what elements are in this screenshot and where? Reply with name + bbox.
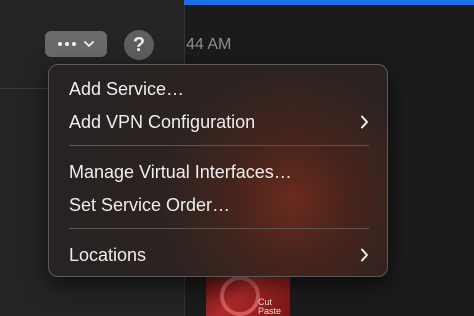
chevron-right-icon xyxy=(360,248,369,262)
menu-item-set-service-order[interactable]: Set Service Order… xyxy=(59,192,377,218)
menu-item-locations[interactable]: Locations xyxy=(59,242,377,268)
chevron-right-icon xyxy=(360,115,369,129)
thumbnail-label-line: Paste xyxy=(258,306,282,316)
menu-item-label: Add VPN Configuration xyxy=(69,111,256,132)
help-button[interactable]: ? xyxy=(124,30,154,60)
menu-item-label: Add Service… xyxy=(69,78,185,99)
menu-item-add-vpn-configuration[interactable]: Add VPN Configuration xyxy=(59,109,377,135)
menu-separator xyxy=(69,228,369,229)
menu-item-manage-virtual-interfaces[interactable]: Manage Virtual Interfaces… xyxy=(59,159,377,185)
chevron-down-icon xyxy=(84,40,94,48)
selected-row-highlight xyxy=(184,0,474,5)
thumbnail-graphic xyxy=(220,276,260,316)
menu-item-label: Locations xyxy=(69,244,147,265)
menu-item-add-service[interactable]: Add Service… xyxy=(59,76,377,102)
timestamp-text: 44 AM xyxy=(186,36,232,53)
actions-context-menu: Add Service… Add VPN Configuration Manag… xyxy=(48,64,388,277)
ellipsis-icon xyxy=(58,42,76,46)
more-actions-button[interactable] xyxy=(45,31,107,57)
menu-item-label: Set Service Order… xyxy=(69,194,231,215)
thumbnail-label: Cut Paste xyxy=(258,298,281,316)
menu-item-label: Manage Virtual Interfaces… xyxy=(69,161,292,182)
menu-separator xyxy=(69,145,369,146)
